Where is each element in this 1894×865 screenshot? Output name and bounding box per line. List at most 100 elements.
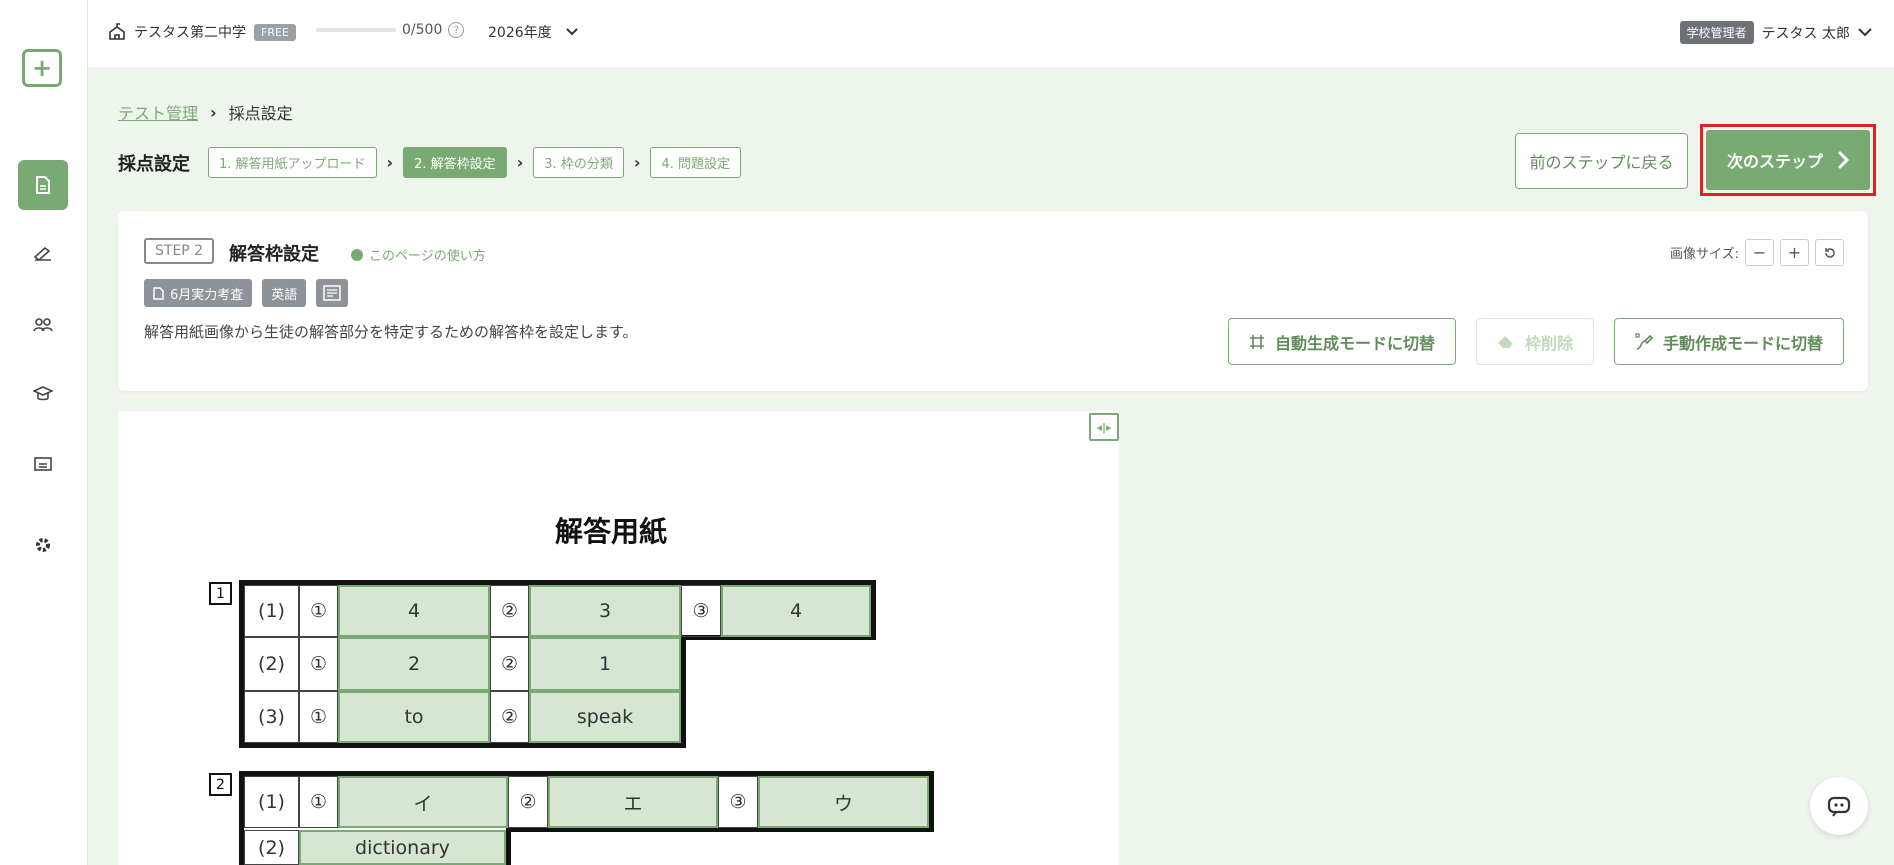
chevron-right-icon: › [633,153,641,172]
auto-mode-button[interactable]: 自動生成モードに切替 [1227,318,1456,365]
classroom-icon [34,457,52,471]
delete-frame-label: 枠削除 [1524,333,1573,353]
row-label: (2) [244,637,299,691]
document-icon [36,176,50,194]
row-label: (1) [244,585,299,637]
manual-mode-label: 手動作成モードに切替 [1662,333,1823,353]
card-description: 解答用紙画像から生徒の解答部分を特定するための解答枠を設定します。 [144,323,638,341]
frame-icon [1249,334,1264,349]
q2-outline-right [506,827,511,865]
chevron-down-icon [1858,28,1872,37]
chevron-right-icon: › [516,153,524,172]
q1-outline-right [681,635,686,748]
sidebar: + [0,0,88,865]
chat-bot-icon [1827,796,1851,817]
answer-frame[interactable]: to [338,691,490,743]
next-step-button[interactable]: 次のステップ [1706,130,1870,190]
sub-number: ③ [681,585,721,637]
info-icon [351,248,363,261]
image-size-label: 画像サイズ: [1670,247,1739,262]
subject-tag: 英語 [262,279,307,307]
step-1[interactable]: 1. 解答用紙アップロード [208,147,377,178]
sidebar-item-settings[interactable] [18,520,68,570]
chevron-right-icon [1837,150,1849,170]
question-number: 1 [209,582,232,605]
step-badge: STEP 2 [144,238,215,264]
breadcrumb-test-management[interactable]: テスト管理 [118,100,198,124]
user-name: テスタス 太郎 [1761,25,1850,42]
step-card: STEP 2 解答枠設定 このページの使い方 6月実力考査 英語 解答用紙画像か… [118,211,1868,391]
breadcrumb: テスト管理 › 採点設定 [118,100,293,124]
step-2[interactable]: 2. 解答枠設定 [403,147,507,178]
previous-step-button[interactable]: 前のステップに戻る [1515,133,1688,189]
manual-mode-button[interactable]: 手動作成モードに切替 [1613,318,1844,365]
zoom-out-button[interactable]: − [1745,239,1774,266]
sidebar-item-documents[interactable] [18,160,68,210]
exam-tag-label: 6月実力考査 [170,287,244,303]
reset-icon [1824,247,1835,258]
howto-link[interactable]: このページの使い方 [351,245,486,264]
row-label: (1) [244,776,299,828]
reset-zoom-button[interactable] [1815,239,1844,266]
answer-frame[interactable]: 3 [529,585,681,637]
step-progress: 採点設定 1. 解答用紙アップロード › 2. 解答枠設定 › 3. 枠の分類 … [118,147,741,178]
answer-frame[interactable]: 4 [721,585,871,637]
grading-icon [33,246,51,262]
sub-number: ③ [718,776,758,828]
answer-frame[interactable]: イ [338,776,508,828]
top-bar: テスタス第二中学 FREE 0/500 ? 2026年度 学校管理者 テスタス … [88,0,1894,67]
row-label: (3) [244,691,299,743]
sidebar-item-grading[interactable] [18,229,68,279]
graduation-cap-icon [33,386,53,401]
breadcrumb-current: 採点設定 [228,104,293,123]
sub-number: ② [490,585,529,637]
sidebar-item-classes[interactable] [18,440,68,490]
year-selector[interactable]: 2026年度 [488,22,578,42]
sub-number: ① [299,637,338,691]
chat-support-button[interactable] [1810,777,1868,835]
answer-frame[interactable]: speak [529,691,681,743]
eraser-icon [1497,335,1513,348]
create-button[interactable]: + [22,49,62,87]
tag-list: 6月実力考査 英語 [144,279,349,307]
school-name: テスタス第二中学 [134,25,246,41]
sub-number: ② [508,776,548,828]
sub-number: ① [299,691,338,743]
answer-sheet-icon-button[interactable] [316,279,349,307]
answer-frame[interactable]: ウ [758,776,929,828]
exam-tag: 6月実力考査 [144,279,253,307]
school-selector[interactable]: テスタス第二中学 FREE [108,22,296,42]
quota-indicator: 0/500 ? [316,22,465,38]
zoom-in-button[interactable]: + [1780,239,1809,266]
sheet-icon [323,285,342,301]
chevron-right-icon: › [210,102,217,122]
mode-buttons: 自動生成モードに切替 枠削除 手動作成モードに切替 [1227,318,1844,365]
sub-number: ② [490,691,529,743]
year-label: 2026年度 [488,25,552,41]
answer-frame[interactable]: エ [548,776,718,828]
step-4[interactable]: 4. 問題設定 [650,147,741,178]
chevron-down-icon [565,28,578,36]
step-3[interactable]: 3. 枠の分類 [533,147,624,178]
user-menu[interactable]: 学校管理者 テスタス 太郎 [1679,21,1872,44]
gear-icon [36,538,50,552]
sub-number: ② [490,637,529,691]
next-step-highlight: 次のステップ [1700,124,1876,196]
document-icon [153,286,164,300]
answer-frame[interactable]: dictionary [299,830,506,865]
resize-handle-icon[interactable]: ◂|▸ [1089,413,1119,441]
delete-frame-button[interactable]: 枠削除 [1475,318,1594,365]
row-label: (2) [244,830,299,865]
sidebar-item-students[interactable] [18,300,68,350]
sub-number: ① [299,776,338,828]
quota-text: 0/500 [402,22,443,38]
help-icon[interactable]: ? [448,22,465,38]
answer-frame[interactable]: 4 [338,585,490,637]
plan-badge: FREE [254,23,296,41]
sidebar-item-teachers[interactable] [18,370,68,420]
answer-frame[interactable]: 1 [529,637,681,691]
answer-frame[interactable]: 2 [338,637,490,691]
users-icon [33,318,53,332]
card-title: 解答枠設定 [229,244,319,265]
quota-bar [316,28,396,32]
